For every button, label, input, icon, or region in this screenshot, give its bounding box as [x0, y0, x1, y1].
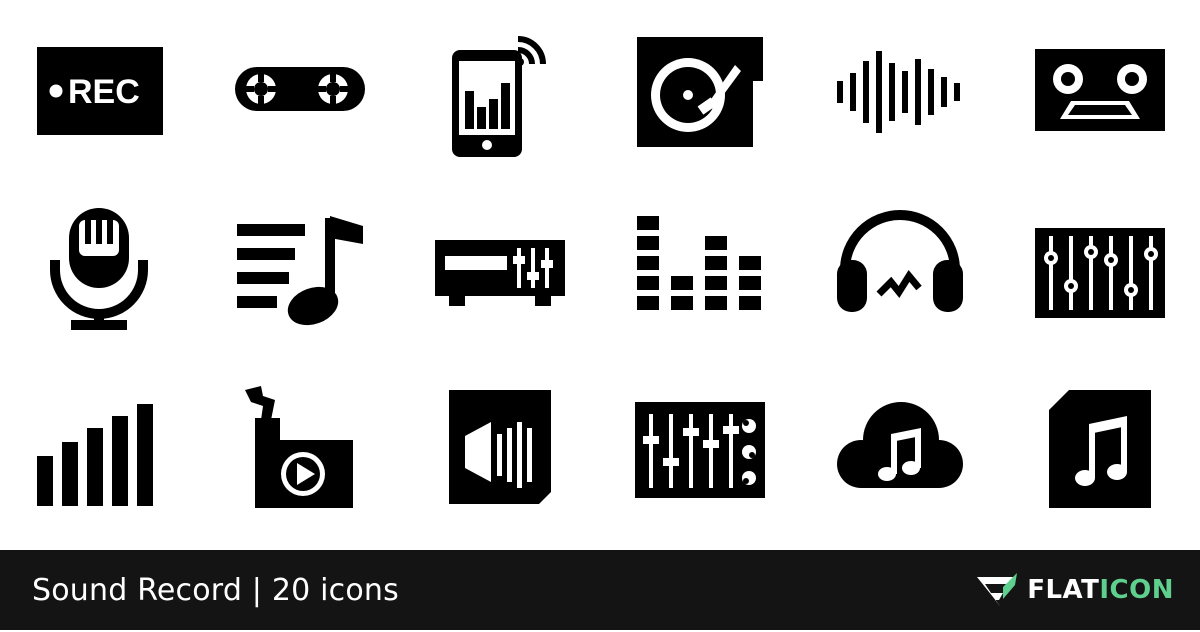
- headphones-icon[interactable]: [835, 200, 965, 330]
- music-file-icon[interactable]: [1035, 378, 1165, 508]
- cassette-icon[interactable]: [1035, 35, 1165, 165]
- playlist-icon[interactable]: [235, 200, 365, 330]
- rec-icon[interactable]: REC: [35, 35, 165, 165]
- turntable-icon[interactable]: [635, 35, 765, 165]
- portable-player-icon[interactable]: [235, 378, 365, 508]
- footer-bar: Sound Record | 20 icons FLAT ICON: [0, 550, 1200, 630]
- brand-word-icon: ICON: [1099, 575, 1174, 605]
- signal-bars-icon[interactable]: [35, 378, 165, 508]
- rec-label: REC: [68, 73, 140, 111]
- mixing-console-icon[interactable]: [635, 378, 765, 508]
- equalizer-bars-icon[interactable]: [635, 200, 765, 330]
- radio-receiver-icon[interactable]: [435, 200, 565, 330]
- brand-word-flat: FLAT: [1027, 575, 1100, 605]
- flaticon-logo-icon: [977, 573, 1018, 607]
- cloud-music-icon[interactable]: [835, 378, 965, 508]
- sound-wave-icon[interactable]: [835, 35, 965, 165]
- tape-reel-icon[interactable]: [235, 35, 365, 165]
- collection-title: Sound Record | 20 icons: [32, 573, 399, 608]
- brand-wordmark: FLAT ICON: [1027, 575, 1174, 605]
- audio-file-icon[interactable]: [435, 378, 565, 508]
- brand-logo[interactable]: FLAT ICON: [975, 550, 1174, 630]
- icon-grid: REC: [0, 0, 1200, 550]
- phone-equalizer-icon[interactable]: [435, 35, 565, 165]
- mixer-panel-icon[interactable]: [1035, 200, 1165, 330]
- microphone-icon[interactable]: [35, 200, 165, 330]
